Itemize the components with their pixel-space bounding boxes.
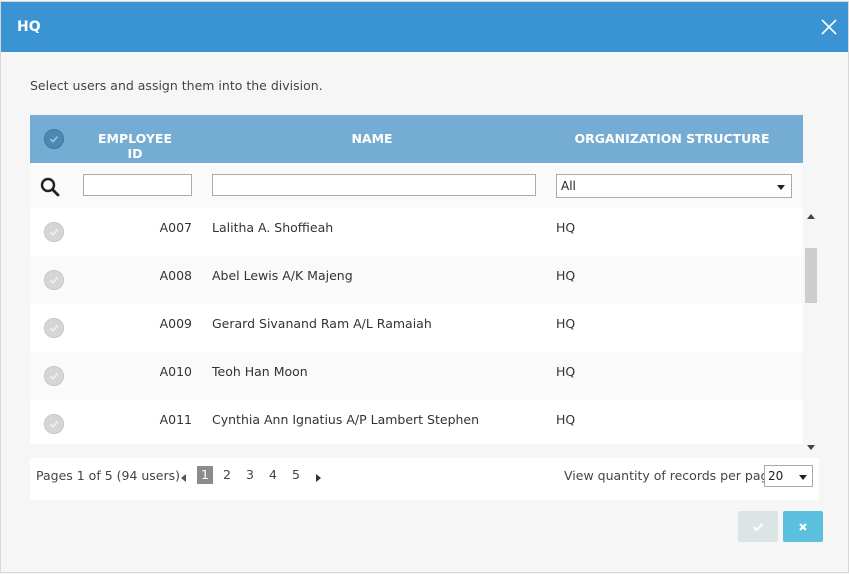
check-icon [49, 136, 59, 143]
check-icon [49, 373, 59, 380]
table-row[interactable]: A009 Gerard Sivanand Ram A/L Ramaiah HQ [30, 304, 803, 352]
dialog-titlebar: HQ [1, 2, 848, 52]
org-structure-cell: HQ [556, 220, 576, 235]
check-icon [49, 325, 59, 332]
row-checkbox[interactable] [44, 318, 64, 338]
chevron-down-icon [777, 185, 785, 190]
pagination-bar: Pages 1 of 5 (94 users) 1 2 3 4 5 View q… [30, 458, 819, 500]
employee-id-cell: A011 [159, 412, 192, 427]
select-all-checkbox[interactable] [44, 129, 64, 149]
employee-id-cell: A007 [159, 220, 192, 235]
pagination-info: Pages 1 of 5 (94 users) [36, 468, 181, 483]
records-per-page-select[interactable]: 20 [764, 465, 813, 487]
name-cell: Cynthia Ann Ignatius A/P Lambert Stephen [212, 412, 480, 427]
scrollbar-thumb[interactable] [805, 248, 817, 303]
table-row[interactable]: A010 Teoh Han Moon HQ [30, 352, 803, 400]
org-structure-filter-value: All [561, 179, 576, 193]
name-filter-input[interactable] [212, 174, 536, 196]
page-1-button[interactable]: 1 [197, 466, 213, 484]
name-cell: Abel Lewis A/K Majeng [212, 268, 353, 283]
page-3-button[interactable]: 3 [242, 466, 258, 484]
previous-page-icon[interactable] [181, 474, 186, 482]
search-icon [40, 177, 60, 197]
users-grid: EMPLOYEE ID NAME ORGANIZATION STRUCTURE [30, 115, 803, 163]
org-structure-cell: HQ [556, 268, 576, 283]
dialog-title: HQ [17, 19, 41, 35]
column-header-org-structure[interactable]: ORGANIZATION STRUCTURE [556, 131, 788, 146]
employee-id-cell: A008 [159, 268, 192, 283]
name-cell: Lalitha A. Shoffieah [212, 220, 334, 235]
filter-row: All [30, 163, 803, 208]
row-checkbox[interactable] [44, 270, 64, 290]
column-header-employee-id[interactable]: EMPLOYEE ID [90, 131, 180, 161]
close-icon[interactable] [820, 18, 838, 36]
employee-id-cell: A010 [159, 364, 192, 379]
org-structure-cell: HQ [556, 316, 576, 331]
page-5-button[interactable]: 5 [288, 466, 304, 484]
records-per-page-value: 20 [768, 469, 784, 483]
row-checkbox[interactable] [44, 414, 64, 434]
scroll-up-arrow-icon[interactable] [807, 214, 815, 219]
chevron-down-icon [799, 475, 807, 480]
grid-header: EMPLOYEE ID NAME ORGANIZATION STRUCTURE [30, 115, 803, 163]
name-cell: Gerard Sivanand Ram A/L Ramaiah [212, 316, 432, 331]
scroll-down-arrow-icon[interactable] [807, 445, 815, 450]
org-structure-cell: HQ [556, 412, 576, 427]
check-icon [49, 421, 59, 428]
confirm-button[interactable] [738, 511, 778, 542]
row-checkbox[interactable] [44, 366, 64, 386]
employee-id-filter-input[interactable] [83, 174, 192, 196]
check-icon [752, 522, 764, 532]
org-structure-cell: HQ [556, 364, 576, 379]
page-2-button[interactable]: 2 [219, 466, 235, 484]
column-header-name[interactable]: NAME [212, 131, 532, 146]
instruction-text: Select users and assign them into the di… [30, 78, 323, 93]
check-icon [49, 229, 59, 236]
x-icon [799, 522, 807, 531]
records-per-page-label: View quantity of records per page [564, 468, 777, 483]
next-page-icon[interactable] [316, 474, 321, 482]
cancel-button[interactable] [783, 511, 823, 542]
grid-body: A007 Lalitha A. Shoffieah HQ A008 Abel L… [30, 208, 803, 444]
page-4-button[interactable]: 4 [265, 466, 281, 484]
grid-scrollbar[interactable] [803, 208, 819, 456]
table-row[interactable]: A008 Abel Lewis A/K Majeng HQ [30, 256, 803, 304]
employee-id-cell: A009 [159, 316, 192, 331]
row-checkbox[interactable] [44, 222, 64, 242]
table-row[interactable]: A011 Cynthia Ann Ignatius A/P Lambert St… [30, 400, 803, 444]
name-cell: Teoh Han Moon [212, 364, 308, 379]
check-icon [49, 277, 59, 284]
table-row[interactable]: A007 Lalitha A. Shoffieah HQ [30, 208, 803, 256]
org-structure-filter-select[interactable]: All [556, 174, 792, 198]
